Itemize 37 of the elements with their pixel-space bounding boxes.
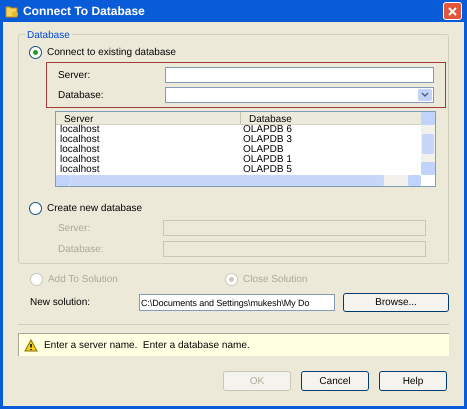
list-cell-text: localhost [59,145,100,155]
field-label: Database: [58,242,105,256]
list-cell-text: OLAPDB [242,145,285,155]
radio-label: Create new database [47,202,142,216]
input-field[interactable] [165,67,434,83]
field-label: New solution: [30,296,92,310]
folder-icon [5,4,19,18]
field-label: Server: [58,222,92,236]
list-cell-text: localhost [59,125,100,135]
horizontal-scrollbar[interactable] [56,175,421,186]
input-field[interactable]: C:\Documents and Settings\mukesh\My Do [139,294,335,311]
combo-box[interactable] [165,87,434,103]
dialog-button[interactable]: Cancel [301,371,369,391]
list-cell-text: localhost [59,165,100,175]
radio-button[interactable] [29,46,42,59]
field-label: Server: [58,68,92,82]
radio-label: Close Solution [243,273,308,287]
radio-label: Add To Solution [48,273,118,287]
vertical-scrollbar[interactable] [421,112,435,175]
message-text: Enter a server name. Enter a database name. [44,338,250,352]
list-cell-text: OLAPDB 3 [242,135,293,145]
radio-label: Connect to existing database [47,46,176,60]
column-header[interactable]: Database [241,112,421,124]
list-cell-text: OLAPDB 1 [242,155,293,165]
close-icon [448,6,457,16]
list-cell-text: OLAPDB 5 [242,165,293,175]
list-cell-text: localhost [59,155,100,165]
close-button[interactable] [443,2,462,20]
warning-icon [24,338,38,352]
window-title: Connect To Database [23,3,145,20]
list-cell-text: localhost [59,135,100,145]
column-header[interactable]: Server [56,112,241,124]
field-label: Database: [58,88,105,102]
dialog-button[interactable]: Help [379,371,447,391]
browse-button[interactable]: Browse... [343,293,449,312]
radio-button[interactable] [29,202,42,215]
list-cell-text: OLAPDB 6 [242,125,293,135]
